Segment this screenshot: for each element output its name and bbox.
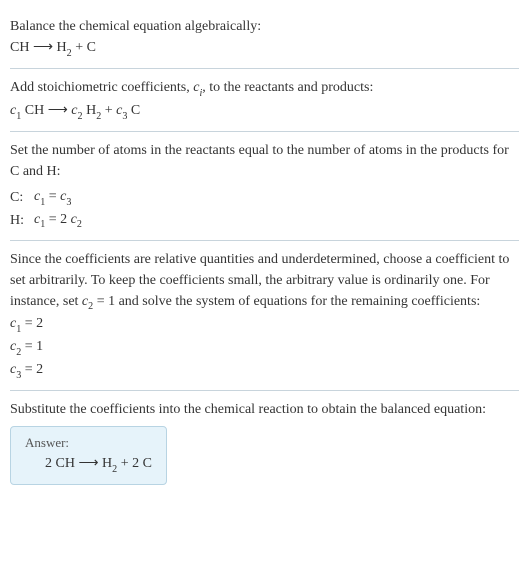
eq-rhs-a-sub: 2 <box>67 48 72 59</box>
section-stoichiometric: Add stoichiometric coefficients, c i, to … <box>10 68 519 131</box>
stoichiometric-equation: c1 CH ⟶ c2 H2 + c3 C <box>10 100 519 123</box>
cvar-sub: 2 <box>88 301 93 312</box>
ans-b-sub: 2 <box>112 464 117 475</box>
section-solve: Since the coefficients are relative quan… <box>10 240 519 391</box>
arrow-icon: ⟶ <box>33 40 53 55</box>
eq-rhs-b: C <box>87 40 96 55</box>
c3-sub: 3 <box>122 111 127 122</box>
eq-sign: = <box>45 189 60 204</box>
atom-eq-text: Set the number of atoms in the reactants… <box>10 140 519 182</box>
c-sub: 3 <box>16 370 21 381</box>
c2-sub: 2 <box>78 111 83 122</box>
section-answer: Substitute the coefficients into the che… <box>10 390 519 493</box>
solution-line: c1 = 2 <box>10 313 519 336</box>
section-atom-equations: Set the number of atoms in the reactants… <box>10 131 519 240</box>
eq-lhs: CH <box>10 40 29 55</box>
c-val: = 2 <box>21 362 43 377</box>
eq-rhs-a: H <box>57 40 67 55</box>
solution-line: c3 = 2 <box>10 359 519 382</box>
section-problem: Balance the chemical equation algebraica… <box>10 8 519 68</box>
rhs-sub: 3 <box>66 197 71 208</box>
c-sub: 2 <box>16 347 21 358</box>
sp2: H <box>83 103 97 118</box>
ci-sub: i <box>199 88 202 99</box>
sp3: C <box>127 103 140 118</box>
c-sub: 1 <box>16 324 21 335</box>
unbalanced-equation: CH ⟶ H2 + C <box>10 37 519 60</box>
answer-label: Answer: <box>25 435 152 451</box>
table-row: H: c1 = 2 c2 <box>10 209 88 232</box>
arrow-icon: ⟶ <box>78 456 98 471</box>
text-b: = 1 and solve the system of equations fo… <box>93 294 480 309</box>
answer-box: Answer: 2 CH ⟶ H2 + 2 C <box>10 426 167 485</box>
solution-line: c2 = 1 <box>10 336 519 359</box>
table-row: C: c1 = c3 <box>10 186 88 209</box>
arrow-icon: ⟶ <box>48 103 68 118</box>
lhs-sub: 1 <box>40 197 45 208</box>
rhs-prefix: 2 <box>60 212 71 227</box>
plus: + <box>101 103 116 118</box>
c1-sub: 1 <box>16 111 21 122</box>
text-b: , to the reactants and products: <box>202 80 373 95</box>
ans-c: + 2 C <box>117 456 152 471</box>
c-val: = 2 <box>21 316 43 331</box>
atom-equation: c1 = 2 c2 <box>34 209 88 232</box>
atom-equation-table: C: c1 = c3 H: c1 = 2 c2 <box>10 186 88 232</box>
sp1: CH <box>21 103 47 118</box>
rhs-sub: 2 <box>77 219 82 230</box>
eq-sign: = <box>45 212 60 227</box>
h-sub: 2 <box>96 111 101 122</box>
problem-heading: Balance the chemical equation algebraica… <box>10 16 519 37</box>
solve-text: Since the coefficients are relative quan… <box>10 249 519 314</box>
element-label: H: <box>10 209 34 232</box>
atom-equation: c1 = c3 <box>34 186 88 209</box>
lhs-sub: 1 <box>40 219 45 230</box>
c2: c <box>68 103 78 118</box>
c-val: = 1 <box>21 339 43 354</box>
element-label: C: <box>10 186 34 209</box>
balanced-equation: 2 CH ⟶ H2 + 2 C <box>25 455 152 474</box>
text-a: Add stoichiometric coefficients, <box>10 80 193 95</box>
rhs-c: c <box>71 212 77 227</box>
answer-text: Substitute the coefficients into the che… <box>10 399 519 420</box>
ans-b: H <box>99 456 113 471</box>
ans-a: 2 CH <box>45 456 78 471</box>
stoichiometric-text: Add stoichiometric coefficients, ci, to … <box>10 77 519 100</box>
eq-plus: + <box>72 40 87 55</box>
